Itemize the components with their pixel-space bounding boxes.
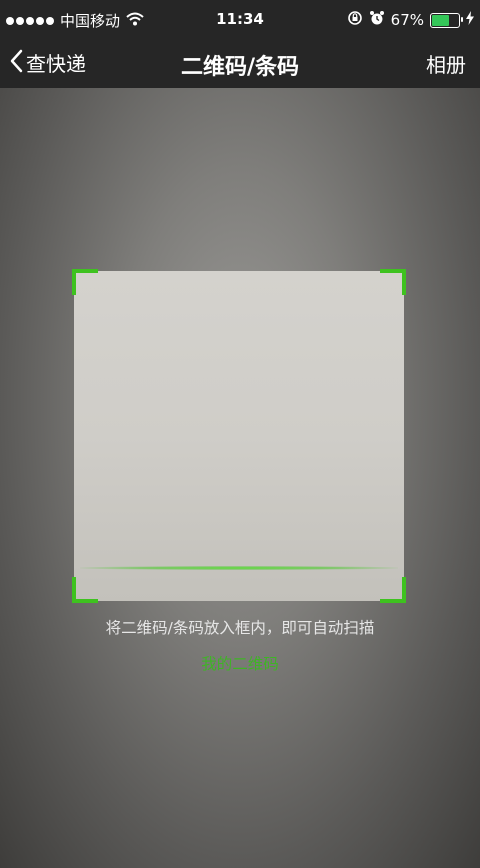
alarm-icon <box>369 10 385 30</box>
my-qr-code-link[interactable]: 我的二维码 <box>0 652 480 674</box>
scan-line <box>80 566 398 570</box>
scan-frame-corner-bottom-left <box>72 577 98 603</box>
navigation-bar: 查快递 二维码/条码 相册 <box>0 40 480 88</box>
album-button[interactable]: 相册 <box>426 49 466 78</box>
page-title: 二维码/条码 <box>180 55 300 80</box>
status-right: 67% <box>347 10 474 30</box>
camera-view: 将二维码/条码放入框内，即可自动扫描 我的二维码 <box>0 88 480 868</box>
scan-frame-corner-bottom-right <box>380 577 406 603</box>
scan-frame-corner-top-right <box>380 269 406 295</box>
status-bar: 中国移动 11:34 67% <box>0 0 480 40</box>
scan-frame-corner-top-left <box>72 269 98 295</box>
battery-icon <box>430 12 463 28</box>
scan-hint-text: 将二维码/条码放入框内，即可自动扫描 <box>105 619 375 637</box>
charging-icon <box>466 11 474 29</box>
battery-percent: 67% <box>390 11 424 29</box>
scan-frame <box>72 269 406 603</box>
rotation-lock-icon <box>347 10 363 30</box>
